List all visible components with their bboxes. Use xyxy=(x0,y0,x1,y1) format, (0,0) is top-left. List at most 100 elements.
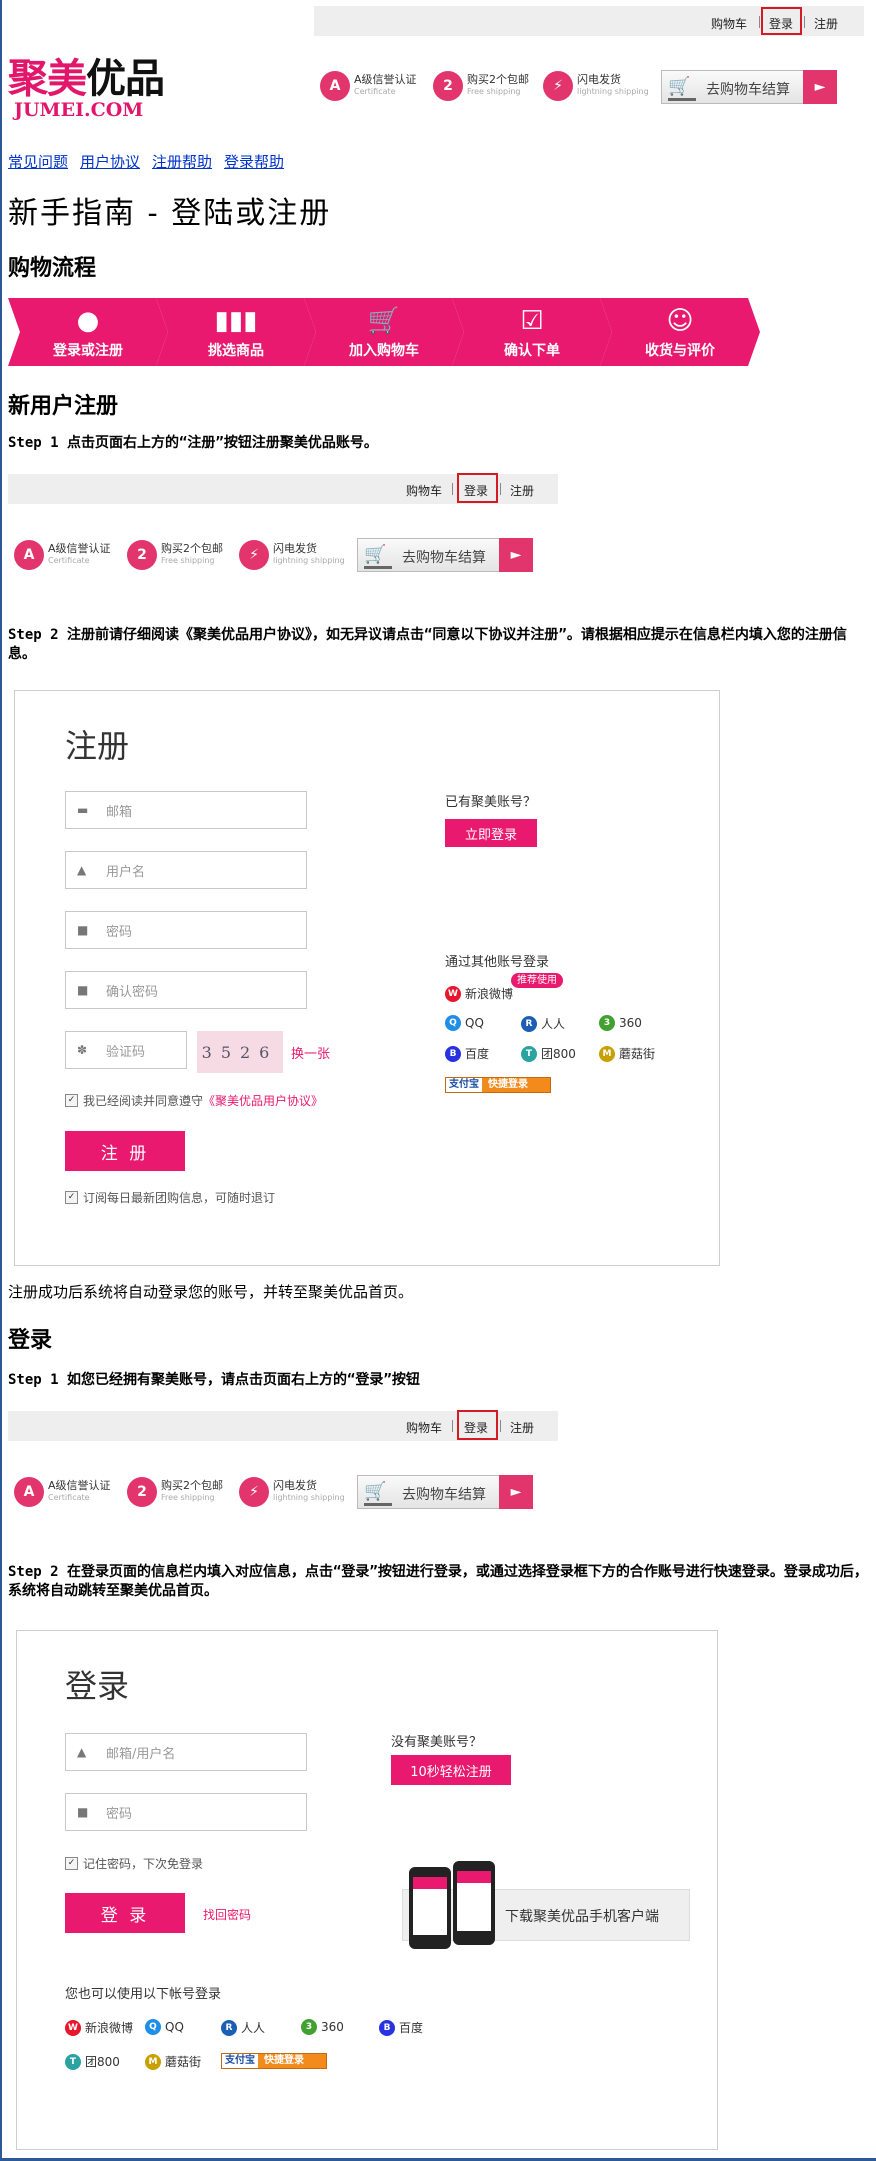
password-field[interactable]: ■ 密码 xyxy=(65,911,307,949)
other-login-text: 您也可以使用以下帐号登录 xyxy=(65,1987,222,2002)
weibo-icon: W xyxy=(445,985,461,1002)
social-label: 360 xyxy=(619,1016,642,1030)
arrow-right-icon: ► xyxy=(499,1475,533,1509)
checkout-cart-button[interactable]: 🛒 去购物车结算 ► xyxy=(661,70,837,104)
qq-icon: Q xyxy=(445,1015,461,1031)
example-cart-link: 购物车 xyxy=(406,1421,443,1435)
login-section-title: 登录 xyxy=(8,1327,53,1353)
password-placeholder: 密码 xyxy=(106,1806,133,1822)
captcha-image[interactable]: 3526 xyxy=(197,1031,283,1073)
social-label: QQ xyxy=(465,1016,484,1030)
social-360[interactable]: 3 360 xyxy=(301,2019,344,2035)
username-placeholder: 用户名 xyxy=(106,864,146,880)
baidu-icon: B xyxy=(445,1045,461,1062)
alipay-label: 快捷登录 xyxy=(488,1079,528,1090)
social-baidu[interactable]: B 百度 xyxy=(379,2019,423,2036)
user-icon: ● xyxy=(76,306,100,336)
username-field[interactable]: ▲ 用户名 xyxy=(65,851,307,889)
flow-step-label: 登录或注册 xyxy=(53,343,123,359)
social-renren[interactable]: R 人人 xyxy=(521,1015,565,1032)
badge-title: 购买2个包邮 xyxy=(467,73,529,86)
tuan800-icon: T xyxy=(521,1045,537,1062)
social-label: 新浪微博 xyxy=(465,987,514,1001)
flow-step-choose: ▮▮▮ 挑选商品 xyxy=(156,298,316,366)
logo-cn-part2: 优品 xyxy=(86,55,165,102)
forgot-password-link[interactable]: 找回密码 xyxy=(203,1906,251,1923)
certificate-icon: A xyxy=(320,71,350,101)
divider xyxy=(452,483,453,495)
cart-icon: 🛒 xyxy=(668,78,696,101)
captcha-placeholder: 验证码 xyxy=(106,1044,146,1060)
social-label: 团800 xyxy=(541,1047,576,1061)
social-tuan800[interactable]: T 团800 xyxy=(521,1045,576,1062)
example-register-link: 注册 xyxy=(510,1421,535,1435)
social-weibo[interactable]: W 新浪微博 xyxy=(65,2019,133,2036)
flow-step-add-cart: 🛒 加入购物车 xyxy=(304,298,464,366)
alipay-login-button[interactable]: 支付宝 快捷登录 xyxy=(445,1077,551,1093)
cart-link[interactable]: 购物车 xyxy=(711,15,747,32)
login-title: 登录 xyxy=(65,1667,130,1705)
badge-sub: Certificate xyxy=(48,556,90,565)
social-qq[interactable]: Q QQ xyxy=(145,2019,184,2035)
login-now-button[interactable]: 立即登录 xyxy=(445,819,537,847)
lock-icon: ■ xyxy=(77,1805,89,1819)
page-title: 新手指南 - 登陆或注册 xyxy=(8,196,332,231)
username-field[interactable]: ▲ 邮箱/用户名 xyxy=(65,1733,307,1771)
social-label: 蘑菇街 xyxy=(165,2055,202,2069)
badge-certificate: A A级信誉认证 Certificate xyxy=(320,71,417,101)
social-mogujie[interactable]: M 蘑菇街 xyxy=(145,2053,201,2070)
subscribe-checkbox[interactable]: ✓ 订阅每日最新团购信息，可随时退订 xyxy=(65,1189,275,1206)
highlight-box xyxy=(457,1410,498,1440)
example-badge-lightning: ⚡ 闪电发货 lightning shipping xyxy=(239,1477,345,1507)
password-field[interactable]: ■ 密码 xyxy=(65,1793,307,1831)
badge-sub: lightning shipping xyxy=(273,556,345,565)
agreement-link[interactable]: 《聚美优品用户协议》 xyxy=(203,1092,323,1109)
remember-checkbox[interactable]: ✓ 记住密码，下次免登录 xyxy=(65,1855,203,1872)
page-left-border xyxy=(0,0,2,2161)
flow-step-label: 加入购物车 xyxy=(349,343,419,359)
confirm-password-field[interactable]: ■ 确认密码 xyxy=(65,971,307,1009)
register-submit-button[interactable]: 注 册 xyxy=(65,1131,185,1171)
register-title: 注册 xyxy=(65,727,130,765)
captcha-field[interactable]: ✽ 验证码 xyxy=(65,1031,187,1069)
social-360[interactable]: 3 360 xyxy=(599,1015,642,1031)
quick-register-button[interactable]: 10秒轻松注册 xyxy=(391,1755,511,1785)
nav-login-help[interactable]: 登录帮助 xyxy=(224,151,284,172)
register-after-text: 注册成功后系统将自动登录您的账号，并转至聚美优品首页。 xyxy=(8,1283,414,1301)
social-tuan800[interactable]: T 团800 xyxy=(65,2053,120,2070)
qq-icon: Q xyxy=(145,2019,161,2035)
no-account-text: 没有聚美账号？ xyxy=(391,1735,483,1750)
cart-icon: 🛒 xyxy=(367,306,401,336)
flow-step-confirm: ☑ 确认下单 xyxy=(452,298,612,366)
social-label: 百度 xyxy=(465,1047,490,1061)
nav-user-agreement[interactable]: 用户协议 xyxy=(80,151,140,172)
badge-sub: lightning shipping xyxy=(273,1493,345,1502)
highlight-box xyxy=(457,473,498,503)
captcha-refresh-link[interactable]: 换一张 xyxy=(291,1043,330,1062)
nav-register-help[interactable]: 注册帮助 xyxy=(152,151,212,172)
email-field[interactable]: ▬ 邮箱 xyxy=(65,791,307,829)
badge-sub: lightning shipping xyxy=(577,87,649,96)
example-register-link: 注册 xyxy=(510,484,535,498)
example-checkout-button: 🛒 去购物车结算 ► xyxy=(357,1475,533,1509)
jumei-logo[interactable]: 聚美优品 JUMEI.COM xyxy=(8,55,165,121)
badge-sub: Certificate xyxy=(354,87,396,96)
password-placeholder: 密码 xyxy=(106,924,133,940)
checkout-label: 去购物车结算 xyxy=(402,550,486,566)
badge-title: A级信誉认证 xyxy=(354,73,417,86)
user-icon: ▲ xyxy=(77,863,87,877)
social-baidu[interactable]: B 百度 xyxy=(445,1045,489,1062)
login-submit-button[interactable]: 登 录 xyxy=(65,1893,185,1933)
logo-cn-part1: 聚美 xyxy=(8,55,87,102)
social-renren[interactable]: R 人人 xyxy=(221,2019,265,2036)
alipay-login-button[interactable]: 支付宝 快捷登录 xyxy=(221,2053,327,2069)
register-link[interactable]: 注册 xyxy=(814,15,838,32)
checkout-label: 去购物车结算 xyxy=(402,1487,486,1503)
divider xyxy=(452,1420,453,1432)
social-qq[interactable]: Q QQ xyxy=(445,1015,484,1031)
social-mogujie[interactable]: M 蘑菇街 xyxy=(599,1045,655,1062)
checkbox-checked-icon: ✓ xyxy=(65,1857,78,1870)
agree-checkbox[interactable]: ✓ 我已经阅读并同意遵守 《聚美优品用户协议》 xyxy=(65,1092,323,1109)
social-weibo[interactable]: W 新浪微博 xyxy=(445,985,513,1002)
nav-faq[interactable]: 常见问题 xyxy=(8,151,68,172)
